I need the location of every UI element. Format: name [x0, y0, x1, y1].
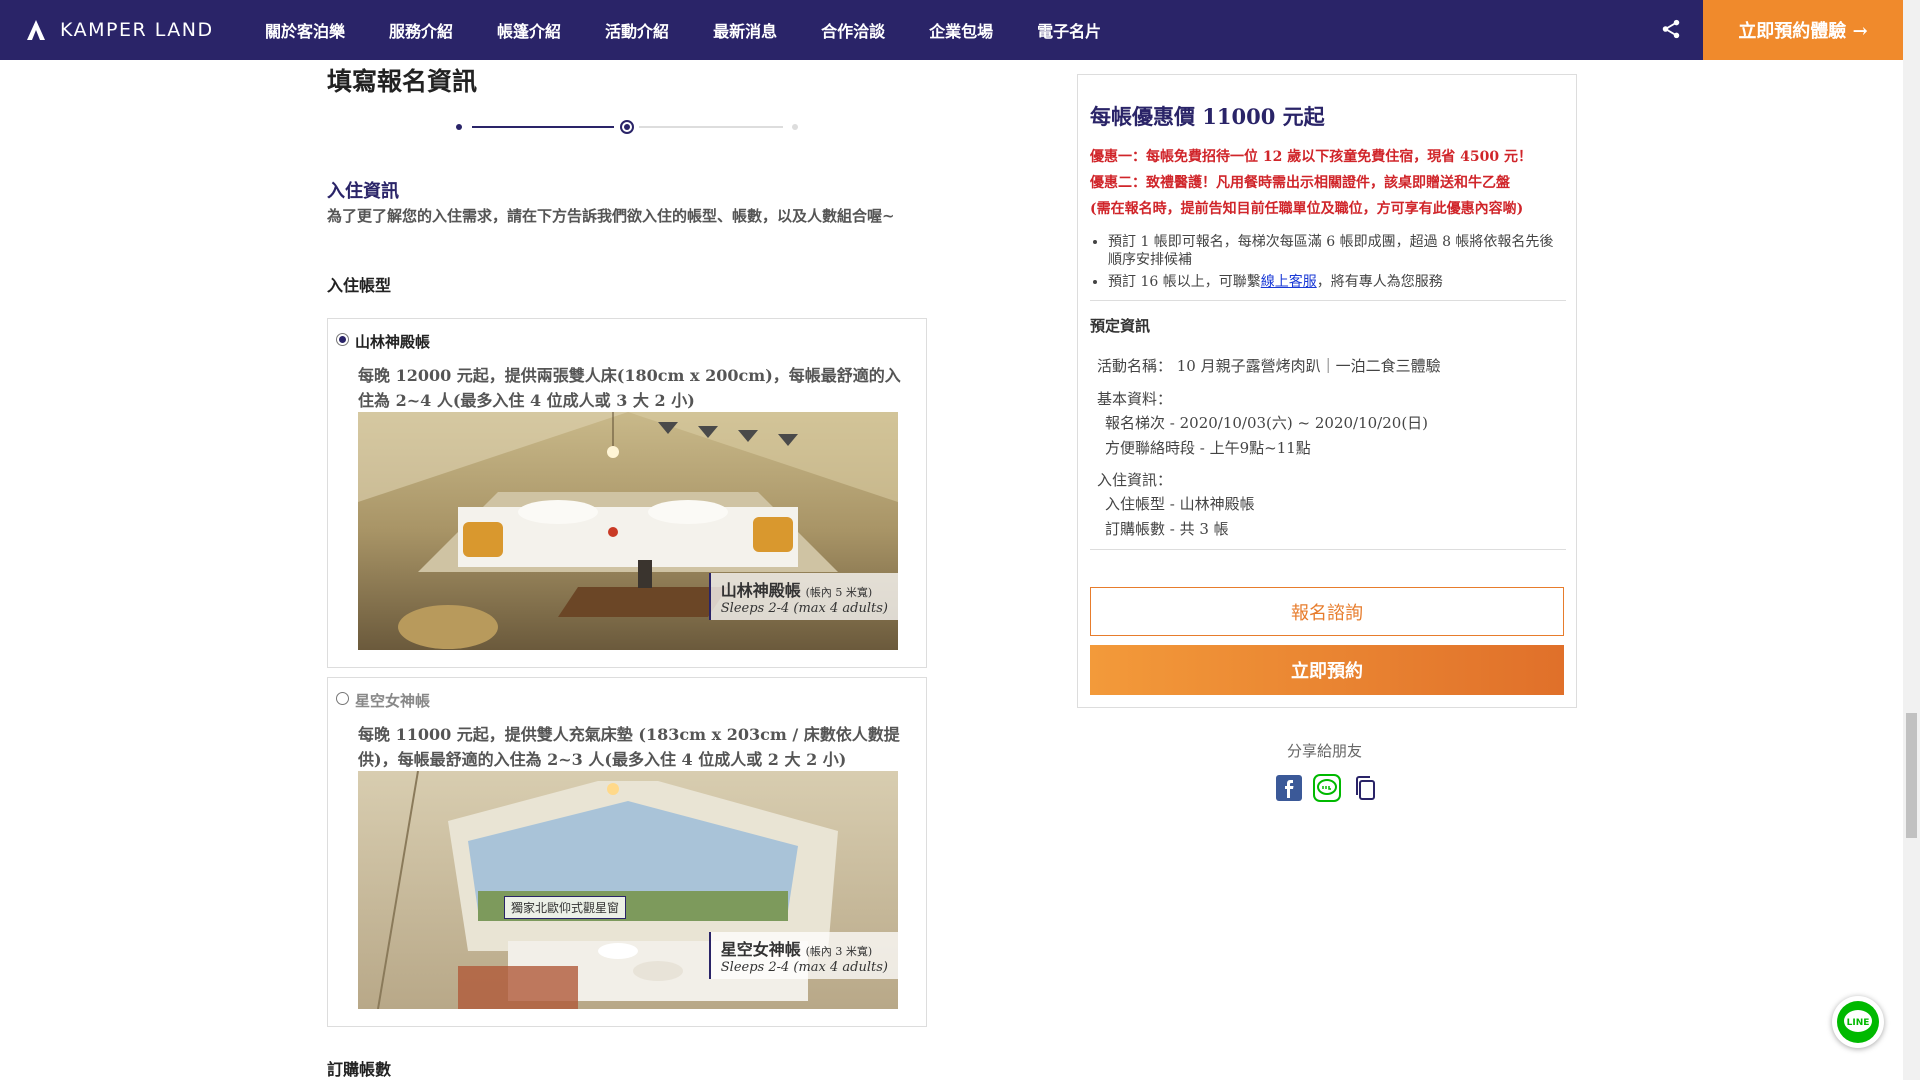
step-connector-pending — [639, 126, 783, 128]
step-connector-done — [472, 126, 614, 128]
step-3-dot — [792, 124, 798, 130]
nav-services[interactable]: 服務介紹 — [389, 18, 453, 42]
tent-option-starry-goddess[interactable]: 星空女神帳 每晚 11000 元起，提供雙人充氣床墊 (183cm x 203c… — [327, 677, 927, 1027]
section-description: 為了更了解您的入住需求，請在下方告訴我們欲入住的帳型、帳數，以及人數組合喔~ — [327, 207, 895, 225]
offer-2: 優惠二：致禮醫護！凡用餐時需出示相關證件，該桌即贈送和牛乙盤 — [1090, 175, 1510, 191]
nav-events[interactable]: 活動介紹 — [605, 18, 669, 42]
nav-about[interactable]: 關於客泊樂 — [265, 18, 345, 42]
tent-count-info: 訂購帳數 - 共 3 帳 — [1105, 520, 1229, 538]
price-heading: 每帳優惠價 11000 元起 — [1090, 104, 1325, 129]
divider — [1090, 549, 1566, 550]
share-label: 分享給朋友 — [1287, 742, 1363, 760]
brand-logo[interactable]: KAMPER LAND — [24, 18, 252, 42]
stay-info-label: 入住資訊： — [1097, 471, 1173, 489]
tent-caption: 星空女神帳 (帳內 3 米寬) Sleeps 2-4 (max 4 adults… — [708, 932, 898, 979]
brand-name: KAMPER LAND — [60, 19, 214, 41]
tent-caption: 山林神殿帳 (帳內 5 米寬) Sleeps 2-4 (max 4 adults… — [708, 573, 898, 620]
caption-capacity: Sleeps 2-4 (max 4 adults) — [720, 960, 888, 975]
basic-info-label: 基本資料： — [1097, 390, 1173, 408]
tent-description: 每晚 12000 元起，提供兩張雙人床(180cm x 200cm)，每帳最舒適… — [358, 366, 901, 410]
line-share-icon[interactable] — [1313, 774, 1341, 802]
offer-2-note: (需在報名時，提前告知目前任職單位及職位，方可享有此優惠內容喲) — [1090, 201, 1524, 217]
caption-capacity: Sleeps 2-4 (max 4 adults) — [720, 601, 888, 616]
caption-name: 星空女神帳 — [720, 940, 801, 959]
rule-text: 預訂 16 帳以上，可聯繫 — [1108, 274, 1261, 290]
caption-width: (帳內 5 米寬) — [805, 586, 873, 599]
page-title: 填寫報名資訊 — [327, 67, 478, 96]
booking-info-title: 預定資訊 — [1090, 317, 1151, 335]
tent-option-mountain-temple[interactable]: 山林神殿帳 每晚 12000 元起，提供兩張雙人床(180cm x 200cm)… — [327, 318, 927, 668]
book-experience-button[interactable]: 立即預約體驗 → — [1703, 0, 1903, 60]
tent-type-label: 入住帳型 — [327, 276, 392, 295]
booking-summary-panel: 每帳優惠價 11000 元起 優惠一：每帳免費招待一位 12 歲以下孩童免費住宿… — [1077, 74, 1577, 708]
nav-news[interactable]: 最新消息 — [713, 18, 777, 42]
line-chat-button[interactable]: LINE — [1832, 996, 1884, 1048]
scrollbar-thumb[interactable] — [1906, 713, 1917, 838]
section-title: 入住資訊 — [327, 181, 399, 202]
top-navbar: KAMPER LAND 關於客泊樂 服務介紹 帳篷介紹 活動介紹 最新消息 合作… — [0, 0, 1903, 60]
online-service-link[interactable]: 線上客服 — [1261, 274, 1317, 290]
tent-logo-icon — [27, 20, 45, 40]
session-info: 報名梯次 - 2020/10/03(六) ~ 2020/10/20(日) — [1105, 414, 1429, 432]
step-2-current — [620, 120, 634, 134]
contact-time: 方便聯絡時段 - 上午9點~11點 — [1105, 439, 1311, 457]
booking-rules-list: 預訂 1 帳即可報名，每梯次每區滿 6 帳即成團，超過 8 帳將依報名先後順序安… — [1108, 233, 1558, 295]
offer-1: 優惠一：每帳免費招待一位 12 歲以下孩童免費住宿，現省 4500 元！ — [1090, 149, 1532, 165]
stargazing-window-label: 獨家北歐仰式觀星窗 — [504, 896, 627, 919]
tent-description: 每晚 11000 元起，提供雙人充氣床墊 (183cm x 203cm / 床數… — [358, 725, 900, 769]
caption-name: 山林神殿帳 — [720, 581, 801, 600]
nav-corporate[interactable]: 企業包場 — [929, 18, 993, 42]
facebook-icon[interactable] — [1275, 774, 1303, 802]
tent-photo-mountain-temple: 山林神殿帳 (帳內 5 米寬) Sleeps 2-4 (max 4 adults… — [358, 412, 898, 650]
tent-name: 山林神殿帳 — [355, 333, 431, 351]
copy-link-icon[interactable] — [1351, 774, 1379, 802]
svg-text:LINE: LINE — [1847, 1018, 1870, 1028]
divider — [1090, 300, 1566, 301]
line-chat-icon: LINE — [1837, 1001, 1879, 1043]
nav-tents[interactable]: 帳篷介紹 — [497, 18, 561, 42]
share-icons — [1275, 774, 1389, 802]
tent-photo-starry-goddess: 獨家北歐仰式觀星窗 星空女神帳 (帳內 3 米寬) Sleeps 2-4 (ma… — [358, 771, 898, 1009]
progress-stepper — [456, 120, 798, 134]
inquiry-button[interactable]: 報名諮詢 — [1090, 587, 1564, 636]
rule-text-tail: ，將有專人為您服務 — [1316, 274, 1443, 290]
scrollbar-track[interactable] — [1903, 0, 1920, 1080]
tent-radio-unselected[interactable] — [336, 692, 349, 705]
nav-ecard[interactable]: 電子名片 — [1037, 18, 1101, 42]
tent-type-info: 入住帳型 - 山林神殿帳 — [1105, 495, 1255, 513]
nav-partnership[interactable]: 合作洽談 — [821, 18, 885, 42]
main-nav: 關於客泊樂 服務介紹 帳篷介紹 活動介紹 最新消息 合作洽談 企業包場 電子名片 — [265, 18, 1145, 42]
step-1-dot — [456, 124, 462, 130]
activity-name: 活動名稱： 10 月親子露營烤肉趴｜一泊二食三體驗 — [1097, 357, 1441, 375]
share-icon[interactable] — [1660, 18, 1682, 40]
tent-count-label: 訂購帳數 — [327, 1060, 392, 1079]
tent-name: 星空女神帳 — [355, 692, 431, 710]
caption-width: (帳內 3 米寬) — [805, 945, 873, 958]
book-now-button[interactable]: 立即預約 — [1090, 645, 1564, 695]
rule-item: 預訂 16 帳以上，可聯繫線上客服，將有專人為您服務 — [1108, 273, 1558, 291]
tent-radio-selected[interactable] — [336, 333, 349, 346]
rule-item: 預訂 1 帳即可報名，每梯次每區滿 6 帳即成團，超過 8 帳將依報名先後順序安… — [1108, 233, 1558, 269]
